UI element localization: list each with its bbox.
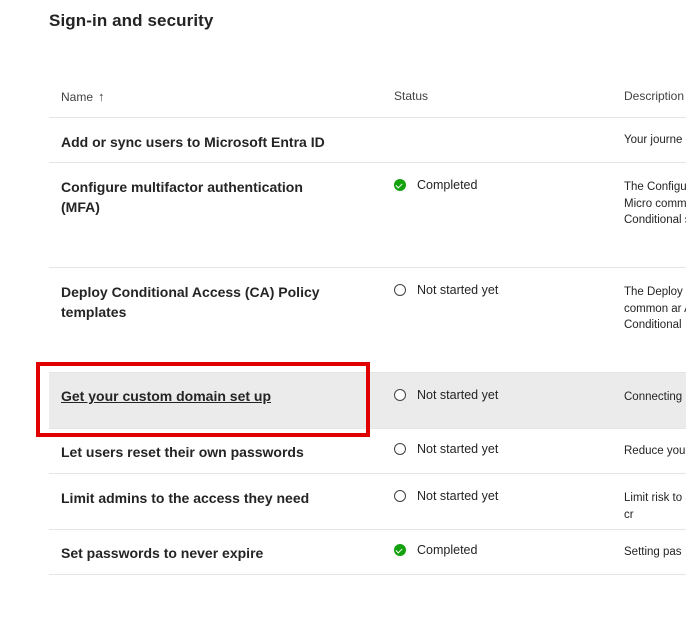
status-label: Completed: [417, 543, 478, 557]
task-status: Not started yet: [394, 489, 498, 503]
check-circle-icon: [394, 544, 406, 556]
task-name[interactable]: Limit admins to the access they need: [61, 488, 341, 508]
table-row[interactable]: Configure multifactor authentication (MF…: [49, 163, 686, 268]
section-title: Sign-in and security: [49, 11, 214, 30]
task-name[interactable]: Set passwords to never expire: [61, 543, 341, 563]
table-row[interactable]: Set passwords to never expire Completed …: [49, 530, 686, 575]
task-status: Not started yet: [394, 442, 498, 456]
status-label: Not started yet: [417, 283, 499, 297]
arrow-up-icon: ↑: [98, 89, 105, 104]
task-description: Limit risk to access to cr: [624, 492, 686, 521]
table-row[interactable]: Add or sync users to Microsoft Entra ID …: [49, 118, 686, 163]
task-status: Completed: [394, 178, 477, 192]
task-name[interactable]: Let users reset their own passwords: [61, 442, 341, 462]
task-status: Not started yet: [394, 388, 498, 402]
check-circle-icon: [394, 179, 406, 191]
empty-circle-icon: [394, 284, 406, 296]
task-description: The Deploy Microsoft E common ar Adminis…: [624, 286, 686, 332]
table-row[interactable]: Deploy Conditional Access (CA) Policy te…: [49, 268, 686, 373]
task-status: Completed: [394, 543, 477, 557]
task-description: Connecting name.: [624, 391, 686, 403]
task-status: Not started yet: [394, 283, 498, 297]
task-description: Reduce you: [624, 445, 686, 457]
name-column-header[interactable]: Name ↑: [61, 89, 105, 104]
table-header: Name ↑ Status Description: [49, 76, 686, 118]
empty-circle-icon: [394, 490, 406, 502]
task-name[interactable]: Configure multifactor authentication (MF…: [61, 177, 341, 217]
table-row[interactable]: Let users reset their own passwords Not …: [49, 429, 686, 474]
status-label: Not started yet: [417, 442, 499, 456]
task-name-link[interactable]: Get your custom domain set up: [61, 386, 341, 406]
task-table: Name ↑ Status Description Add or sync use…: [49, 76, 686, 575]
status-label: Completed: [417, 178, 478, 192]
empty-circle-icon: [394, 443, 406, 455]
page: Sign-in and security Name ↑ Status Descri…: [0, 0, 686, 637]
empty-circle-icon: [394, 389, 406, 401]
status-column-header[interactable]: Status: [394, 89, 428, 103]
table-row[interactable]: Limit admins to the access they need Not…: [49, 474, 686, 530]
status-label: Not started yet: [417, 489, 499, 503]
task-name[interactable]: Add or sync users to Microsoft Entra ID: [61, 132, 341, 152]
task-name[interactable]: Deploy Conditional Access (CA) Policy te…: [61, 282, 341, 322]
table-row-selected[interactable]: Get your custom domain set up Not starte…: [49, 373, 686, 429]
name-header-label: Name: [61, 90, 94, 104]
task-description: Setting pas: [624, 546, 682, 558]
task-description: The Configu P1 or Micro common ar Condit…: [624, 181, 686, 227]
description-column-header[interactable]: Description: [624, 89, 684, 103]
status-label: Not started yet: [417, 388, 499, 402]
task-description: Your journe: [624, 134, 683, 146]
